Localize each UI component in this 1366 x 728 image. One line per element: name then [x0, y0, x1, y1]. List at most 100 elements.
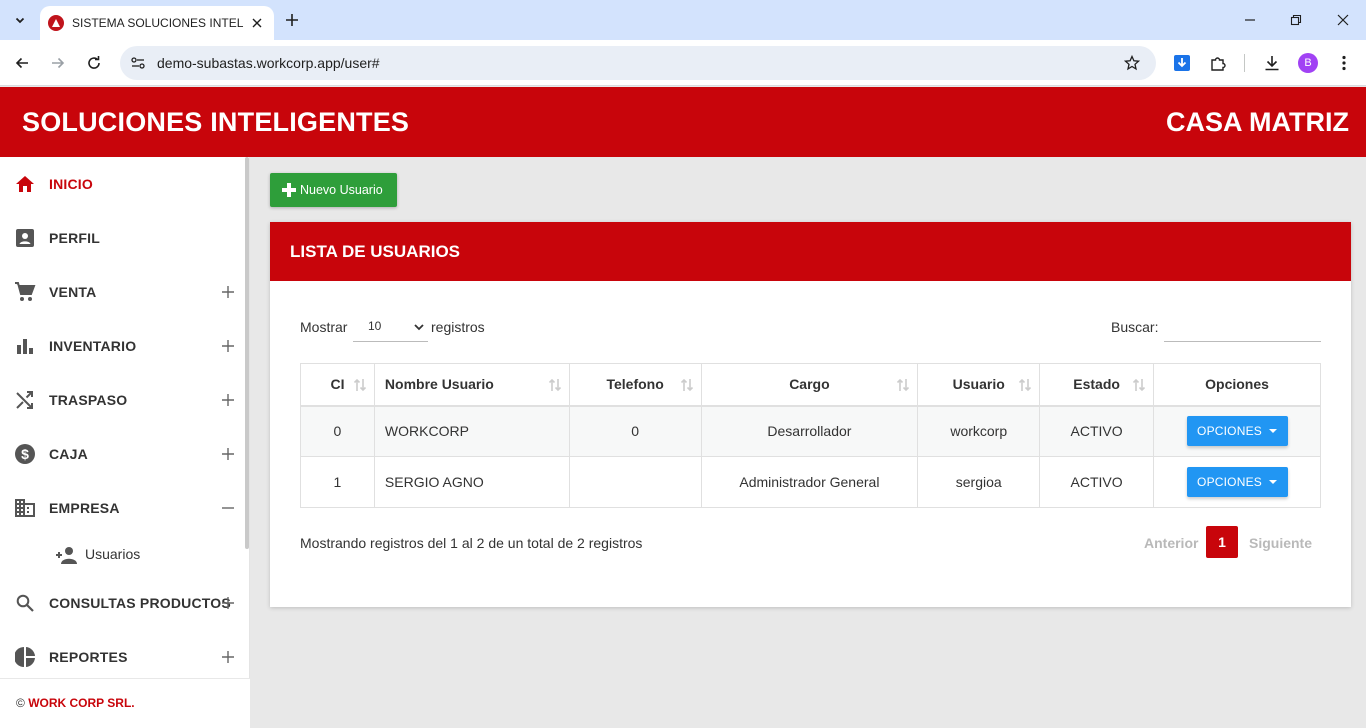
extensions-puzzle-icon[interactable] — [1206, 51, 1230, 75]
sidebar-item-reportes[interactable]: REPORTES — [0, 630, 246, 684]
sidebar-item-empresa[interactable]: EMPRESA — [0, 481, 246, 535]
cell-status: ACTIVO — [1039, 456, 1155, 508]
sort-icon — [548, 378, 561, 392]
sidebar-item-venta[interactable]: VENTA — [0, 265, 246, 319]
shuffle-icon — [14, 389, 36, 411]
reload-icon[interactable] — [82, 51, 106, 75]
close-window-icon[interactable] — [1333, 10, 1353, 30]
search-input[interactable] — [1164, 313, 1321, 342]
sidebar-footer: © WORK CORP SRL. — [0, 678, 250, 728]
browser-tabstrip: SISTEMA SOLUCIONES INTELIGENTES — [0, 0, 1366, 40]
sidebar-item-caja[interactable]: $ CAJA — [0, 427, 246, 481]
extension-download-icon[interactable] — [1170, 51, 1194, 75]
sort-icon — [353, 378, 366, 392]
cell-phone: 0 — [568, 405, 702, 457]
forward-arrow-icon[interactable] — [46, 51, 70, 75]
building-icon — [14, 497, 36, 519]
cell-user: sergioa — [917, 456, 1041, 508]
collapse-minus-icon[interactable] — [220, 500, 236, 516]
show-label: Mostrar — [300, 319, 348, 335]
url-text: demo-subastas.workcorp.app/user# — [157, 55, 380, 71]
pagination-page-1[interactable]: 1 — [1206, 526, 1238, 558]
options-dropdown-button[interactable]: OPCIONES — [1186, 467, 1288, 497]
downloads-icon[interactable] — [1260, 51, 1284, 75]
sort-icon — [1132, 378, 1146, 392]
bar-chart-icon — [14, 335, 36, 357]
sidebar-item-inventario[interactable]: INVENTARIO — [0, 319, 246, 373]
browser-tab[interactable]: SISTEMA SOLUCIONES INTELIGENTES — [40, 6, 274, 40]
cell-actions: OPCIONES — [1153, 405, 1321, 457]
tab-search-chevron-icon[interactable] — [8, 8, 32, 32]
table-header-row: CI Nombre Usuario Telefono Cargo Usuario… — [300, 363, 1321, 407]
sort-icon — [680, 378, 693, 392]
cell-user: workcorp — [917, 405, 1041, 457]
pie-chart-icon — [14, 646, 36, 668]
column-header-cargo[interactable]: Cargo — [700, 363, 919, 407]
expand-plus-icon[interactable] — [220, 649, 236, 665]
account-box-icon — [14, 227, 36, 249]
back-arrow-icon[interactable] — [10, 51, 34, 75]
options-dropdown-button[interactable]: OPCIONES — [1186, 416, 1288, 447]
users-card: LISTA DE USUARIOS Mostrar 10 registros B… — [270, 222, 1351, 607]
close-tab-icon[interactable] — [248, 14, 266, 32]
pagination-previous[interactable]: Anterior — [1144, 535, 1198, 551]
dollar-icon: $ — [14, 443, 36, 465]
column-header-ci[interactable]: CI — [300, 363, 375, 407]
tab-title: SISTEMA SOLUCIONES INTELIGENTES — [72, 16, 244, 30]
copyright-text: © WORK CORP SRL. — [16, 696, 135, 710]
cell-role: Desarrollador — [700, 405, 919, 457]
sidebar-item-inicio[interactable]: INICIO — [0, 157, 246, 211]
cell-phone — [568, 456, 702, 508]
table-row: 0 WORKCORP 0 Desarrollador workcorp ACTI… — [300, 405, 1321, 457]
sidebar-item-traspaso[interactable]: TRASPASO — [0, 373, 246, 427]
bookmark-star-icon[interactable] — [1122, 53, 1142, 73]
caret-down-icon — [1269, 480, 1277, 484]
restore-icon[interactable] — [1286, 10, 1306, 30]
expand-plus-icon[interactable] — [220, 338, 236, 354]
page-length-select[interactable]: 10 — [353, 313, 428, 342]
column-header-telefono[interactable]: Telefono — [568, 363, 702, 407]
toolbar-separator — [1244, 54, 1245, 72]
column-header-usuario[interactable]: Usuario — [917, 363, 1041, 407]
cell-role: Administrador General — [700, 456, 919, 508]
cell-name: SERGIO AGNO — [373, 456, 570, 508]
browser-menu-icon[interactable] — [1332, 51, 1356, 75]
sidebar-subitem-usuarios[interactable]: Usuarios — [0, 535, 246, 575]
column-header-nombre-usuario[interactable]: Nombre Usuario — [373, 363, 570, 407]
expand-plus-icon[interactable] — [220, 392, 236, 408]
sidebar: INICIO PERFIL VENTA INVENTARIO TRASPASO — [0, 157, 250, 728]
table-row: 1 SERGIO AGNO Administrador General serg… — [300, 456, 1321, 508]
svg-text:$: $ — [21, 446, 29, 462]
minimize-icon[interactable] — [1240, 10, 1260, 30]
sidebar-item-label: EMPRESA — [49, 500, 120, 516]
sort-icon — [1019, 378, 1032, 392]
column-header-estado[interactable]: Estado — [1039, 363, 1155, 407]
address-bar[interactable]: demo-subastas.workcorp.app/user# — [120, 46, 1156, 80]
cell-name: WORKCORP — [373, 405, 570, 457]
site-settings-icon[interactable] — [128, 53, 148, 73]
sidebar-item-label: TRASPASO — [49, 392, 128, 408]
brand-title[interactable]: SOLUCIONES INTELIGENTES — [22, 107, 409, 138]
table-info: Mostrando registros del 1 al 2 de un tot… — [300, 535, 643, 551]
profile-avatar[interactable]: B — [1298, 53, 1318, 73]
expand-plus-icon[interactable] — [220, 284, 236, 300]
cell-ci: 0 — [300, 405, 375, 457]
sidebar-item-consultas-productos[interactable]: CONSULTAS PRODUCTOS — [0, 576, 246, 630]
expand-plus-icon[interactable] — [220, 446, 236, 462]
new-user-button[interactable]: Nuevo Usuario — [270, 173, 397, 207]
sidebar-item-label: CAJA — [49, 446, 88, 462]
cell-actions: OPCIONES — [1153, 456, 1321, 508]
site-favicon-icon — [48, 15, 64, 31]
pagination-next[interactable]: Siguiente — [1249, 535, 1312, 551]
sidebar-item-perfil[interactable]: PERFIL — [0, 211, 246, 265]
sidebar-item-label: INICIO — [49, 176, 93, 192]
new-user-label: Nuevo Usuario — [300, 183, 383, 197]
expand-plus-icon[interactable] — [220, 595, 236, 611]
sidebar-item-label: PERFIL — [49, 230, 100, 246]
column-header-opciones: Opciones — [1153, 363, 1321, 407]
chevron-down-icon — [413, 321, 425, 333]
new-tab-icon[interactable] — [282, 10, 302, 30]
page-length-value: 10 — [368, 319, 382, 333]
records-label: registros — [431, 319, 485, 335]
company-link[interactable]: WORK CORP SRL. — [28, 696, 134, 710]
